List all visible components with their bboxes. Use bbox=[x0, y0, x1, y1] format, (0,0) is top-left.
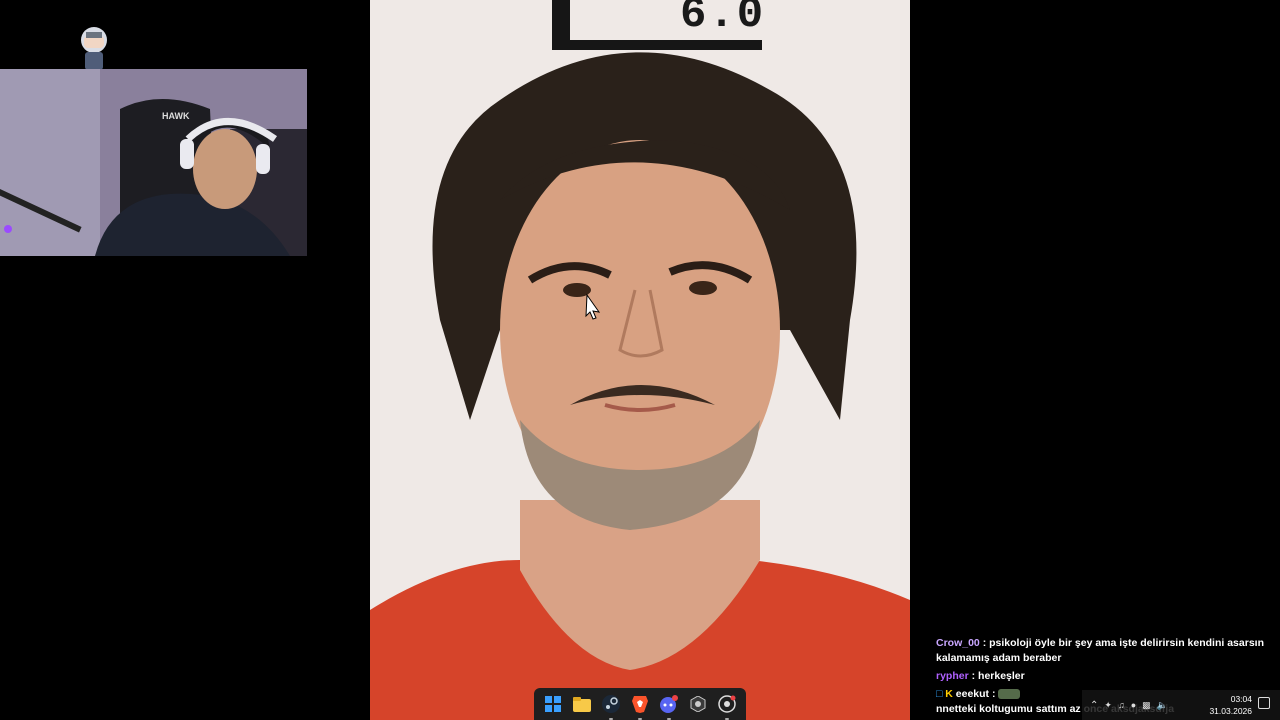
chrome-icon[interactable] bbox=[717, 694, 737, 720]
chat-text: herkeşler bbox=[978, 670, 1025, 682]
clock-date: 31.03.2026 bbox=[1209, 706, 1252, 716]
chat-username: rypher bbox=[936, 670, 969, 682]
chat-message: Crow_00 : psikoloji öyle bir şey ama işt… bbox=[936, 636, 1266, 651]
volume-icon[interactable]: 🔈 bbox=[1157, 700, 1168, 711]
svg-text:HAWK: HAWK bbox=[162, 111, 190, 121]
bluetooth-icon[interactable]: ✦ bbox=[1104, 700, 1112, 711]
emote-icon bbox=[998, 689, 1021, 700]
chat-text: psikoloji öyle bir şey ama işte delirirs… bbox=[989, 637, 1264, 649]
chat-separator: : bbox=[979, 637, 990, 649]
chat-username: eeekut bbox=[955, 688, 990, 700]
clock-time: 03:04 bbox=[1230, 694, 1252, 704]
chat-badge: K bbox=[945, 688, 953, 700]
brave-icon[interactable] bbox=[630, 694, 650, 720]
discord-icon[interactable] bbox=[659, 694, 679, 720]
webcam-image: HAWK bbox=[0, 69, 307, 256]
taskbar-clock[interactable]: 03:04 31.03.2026 bbox=[1198, 693, 1252, 717]
chat-message: rypher : herkeşler bbox=[936, 669, 1266, 684]
chat-text: kalamamış adam beraber bbox=[936, 652, 1062, 664]
chat-username: Crow_00 bbox=[936, 637, 980, 649]
chat-separator: : bbox=[989, 688, 999, 700]
audio-device-icon[interactable]: ♫ bbox=[1118, 700, 1125, 710]
windows-start-icon[interactable] bbox=[543, 694, 563, 714]
steam-icon[interactable] bbox=[601, 694, 621, 720]
notification-icon[interactable] bbox=[1258, 697, 1270, 709]
cube-badge-icon: □ bbox=[936, 688, 943, 700]
webcam-feed: HAWK bbox=[0, 69, 307, 256]
chat-message: kalamamış adam beraber bbox=[936, 651, 1266, 666]
obs-icon[interactable] bbox=[688, 694, 708, 714]
chevron-up-icon[interactable]: ⌃ bbox=[1090, 700, 1098, 711]
taskbar bbox=[534, 688, 746, 720]
file-explorer-icon[interactable] bbox=[572, 694, 592, 714]
chat-separator: : bbox=[968, 670, 979, 682]
height-board-label: 6.0 bbox=[680, 0, 766, 40]
network-icon[interactable]: ▩ bbox=[1142, 700, 1151, 711]
microphone-icon[interactable]: ● bbox=[1131, 700, 1136, 710]
main-photo: 6.0 bbox=[370, 0, 910, 720]
mugshot-image bbox=[370, 0, 910, 720]
